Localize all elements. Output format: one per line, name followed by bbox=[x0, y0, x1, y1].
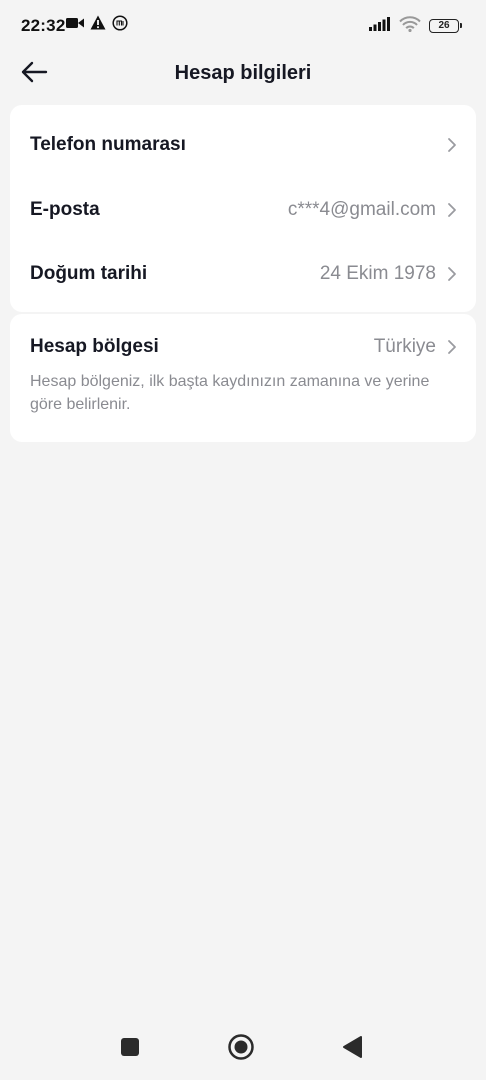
status-icons-right: 26 bbox=[369, 15, 462, 37]
signal-icon bbox=[369, 16, 391, 36]
warning-icon bbox=[90, 15, 106, 35]
mi-icon bbox=[112, 14, 128, 36]
header: Hesap bilgileri bbox=[0, 52, 486, 96]
status-bar: 22:32 26 bbox=[0, 0, 486, 52]
email-row[interactable]: E-posta c***4@gmail.com bbox=[10, 182, 476, 238]
chevron-right-icon bbox=[446, 338, 458, 356]
video-camera-icon bbox=[66, 16, 84, 34]
system-back-button[interactable] bbox=[337, 1034, 367, 1064]
status-time: 22:32 bbox=[21, 16, 66, 35]
phone-number-row[interactable]: Telefon numarası bbox=[10, 117, 476, 173]
region-row[interactable]: Hesap bölgesi Türkiye bbox=[10, 319, 476, 375]
home-button[interactable] bbox=[226, 1033, 256, 1066]
back-triangle-icon bbox=[341, 1035, 363, 1064]
recents-button[interactable] bbox=[115, 1034, 145, 1064]
row-value: c***4@gmail.com bbox=[287, 199, 436, 220]
status-icons-left bbox=[66, 14, 128, 36]
row-value: 24 Ekim 1978 bbox=[319, 263, 436, 284]
account-info-card: Telefon numarası E-posta c***4@gmail.com… bbox=[10, 105, 476, 312]
region-description: Hesap bölgeniz, ilk başta kaydınızın zam… bbox=[30, 373, 430, 413]
row-label: Doğum tarihi bbox=[30, 263, 148, 284]
navigation-bar bbox=[0, 1020, 486, 1080]
page-title: Hesap bilgileri bbox=[174, 62, 312, 84]
row-label: Hesap bölgesi bbox=[30, 336, 159, 357]
row-label: Telefon numarası bbox=[30, 134, 186, 155]
row-label: E-posta bbox=[30, 199, 100, 220]
recents-square-icon bbox=[120, 1037, 140, 1062]
chevron-right-icon bbox=[446, 201, 458, 219]
row-value: Türkiye bbox=[373, 336, 436, 357]
battery-icon: 26 bbox=[429, 19, 462, 33]
region-card: Hesap bölgesi Türkiye Hesap bölgeniz, il… bbox=[10, 314, 476, 442]
chevron-right-icon bbox=[446, 136, 458, 154]
wifi-icon bbox=[399, 15, 421, 37]
birth-date-row[interactable]: Doğum tarihi 24 Ekim 1978 bbox=[10, 246, 476, 302]
chevron-right-icon bbox=[446, 265, 458, 283]
home-circle-icon bbox=[227, 1033, 255, 1066]
